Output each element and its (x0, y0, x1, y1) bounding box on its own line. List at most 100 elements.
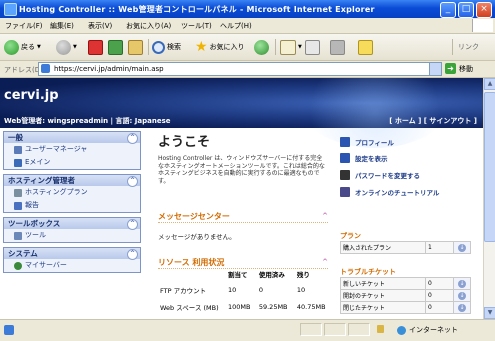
table-row: Web スペース (MB) 100MB 59.25MB 40.75MB (158, 298, 333, 315)
settings-icon (340, 153, 350, 163)
search-button[interactable]: 検索 (152, 39, 181, 55)
refresh-button[interactable] (108, 39, 123, 55)
nav-section-title: システム (8, 249, 38, 258)
history-button[interactable] (254, 39, 269, 55)
nav-section-general: 一般 ^ ユーザーマネージャ Eメイン (3, 131, 141, 170)
nav-item-label: Eメイン (25, 158, 51, 166)
scroll-thumb[interactable] (484, 92, 495, 242)
tools-icon (14, 231, 22, 240)
profile-icon (340, 137, 350, 147)
edit-button[interactable] (330, 39, 345, 55)
stop-button[interactable] (88, 39, 103, 55)
page-icon (41, 64, 50, 73)
menu-edit[interactable]: 編集(E) (50, 21, 74, 31)
forward-dropdown-icon[interactable]: ▼ (73, 44, 77, 50)
menu-view[interactable]: 表示(V) (88, 21, 112, 31)
menu-favorites[interactable]: お気に入り(A) (126, 21, 171, 31)
menu-file[interactable]: ファイル(F) (5, 21, 43, 31)
home-signout-links[interactable]: [ ホーム ] [ サインアウト ] (389, 116, 477, 126)
nav-section-header[interactable]: システム ^ (4, 248, 140, 260)
table-cell: 開封のチケット (340, 289, 426, 302)
mail-dropdown-icon[interactable]: ▼ (298, 44, 302, 50)
address-bar: アドレス(D) https://cervi.jp/admin/main.asp … (0, 61, 495, 78)
star-icon: ★ (195, 39, 208, 55)
download-button[interactable]: ↓ (453, 301, 471, 314)
profile-link[interactable]: プロフィール (340, 137, 394, 147)
scroll-down-icon[interactable]: ▼ (484, 307, 495, 319)
table-cell: FTP アカウント (160, 286, 207, 295)
collapse-icon[interactable]: ^ (127, 176, 138, 187)
nav-item-hosting-plan[interactable]: ホスティングプラン (4, 186, 140, 199)
nav-section-header[interactable]: ホスティング管理者 ^ (4, 175, 140, 187)
download-icon: ↓ (458, 303, 466, 312)
view-settings-link[interactable]: 設定を表示 (340, 153, 388, 163)
nav-section-toolbox: ツールボックス ^ ツール (3, 217, 141, 243)
table-cell: 閉じたチケット (340, 301, 426, 314)
collapse-icon[interactable]: ^ (127, 133, 138, 144)
address-input[interactable]: https://cervi.jp/admin/main.asp (38, 62, 442, 76)
nav-section-header[interactable]: ツールボックス ^ (4, 218, 140, 230)
user-info: Web管理者: wingspreadmin | 言語: Japanese (4, 117, 171, 125)
column-header: 割当て (228, 271, 248, 279)
nav-section-header[interactable]: 一般 ^ (4, 132, 140, 144)
print-button[interactable] (305, 39, 320, 55)
table-cell: 0 (258, 285, 263, 294)
download-button[interactable]: ↓ (453, 289, 471, 302)
address-url[interactable]: https://cervi.jp/admin/main.asp (54, 65, 164, 73)
back-dropdown-icon[interactable]: ▼ (37, 44, 41, 50)
column-header (158, 267, 226, 281)
collapse-icon[interactable]: ^ (127, 249, 138, 260)
forward-button[interactable]: ▼ (56, 39, 77, 55)
nav-item-tools[interactable]: ツール (4, 229, 140, 242)
download-button[interactable]: ↓ (453, 241, 471, 254)
lock-icon (377, 325, 384, 333)
address-dropdown-icon[interactable] (429, 63, 441, 75)
go-button[interactable]: ➜ 移動 (445, 63, 473, 74)
change-password-link[interactable]: パスワードを変更する (340, 170, 420, 180)
toolbar-separator (275, 39, 276, 55)
status-pane (324, 323, 346, 336)
nav-section-title: ツールボックス (8, 219, 61, 228)
forward-arrow-icon (56, 39, 71, 55)
favorites-button[interactable]: ★ お気に入り (195, 39, 245, 55)
table-cell: 100MB (228, 302, 251, 311)
download-button[interactable]: ↓ (453, 277, 471, 290)
table-row: 新しいチケット 0 ↓ (340, 277, 471, 290)
nav-item-email[interactable]: Eメイン (4, 156, 140, 169)
menu-help[interactable]: ヘルプ(H) (220, 21, 252, 31)
collapse-icon[interactable]: ^ (322, 258, 328, 266)
collapse-icon[interactable]: ^ (127, 219, 138, 230)
maximize-button[interactable]: □ (458, 2, 474, 18)
scroll-up-icon[interactable]: ▲ (484, 78, 495, 90)
menu-tools[interactable]: ツール(T) (181, 21, 212, 31)
plan-table: 購入されたプラン 1 ↓ (340, 241, 471, 254)
download-icon: ↓ (458, 279, 466, 288)
nav-item-user-manager[interactable]: ユーザーマネージャ (4, 143, 140, 156)
left-navigation: 一般 ^ ユーザーマネージャ Eメイン ホスティング管理者 ^ ホスティングプラ… (3, 131, 141, 319)
go-arrow-icon: ➜ (445, 63, 456, 74)
toolbar-separator (148, 39, 149, 55)
vertical-scrollbar[interactable]: ▲ ▼ (483, 78, 495, 319)
nav-item-report[interactable]: 報告 (4, 199, 140, 212)
home-button[interactable] (128, 39, 143, 55)
table-row: FTP アカウント 10 0 10 (158, 281, 333, 298)
email-icon (14, 158, 22, 167)
table-cell: Web スペース (MB) (160, 303, 219, 312)
nav-item-my-server[interactable]: マイサーバー (4, 259, 140, 272)
nav-section-title: 一般 (8, 133, 23, 142)
close-button[interactable]: × (476, 2, 492, 18)
table-cell: 10 (296, 285, 306, 294)
history-icon (254, 39, 269, 55)
nav-item-label: 報告 (25, 201, 39, 209)
search-label: 検索 (167, 43, 181, 51)
back-button[interactable]: 戻る ▼ (4, 39, 41, 55)
mail-button[interactable]: ▼ (280, 39, 302, 55)
table-cell: 0 (425, 289, 454, 302)
tutorial-link[interactable]: オンラインのチュートリアル (340, 187, 439, 197)
links-label[interactable]: リンク (458, 39, 479, 55)
table-cell: 10 (228, 285, 237, 294)
search-icon (152, 40, 165, 54)
collapse-icon[interactable]: ^ (322, 212, 328, 220)
messenger-button[interactable] (358, 39, 373, 55)
minimize-button[interactable]: _ (440, 2, 456, 18)
